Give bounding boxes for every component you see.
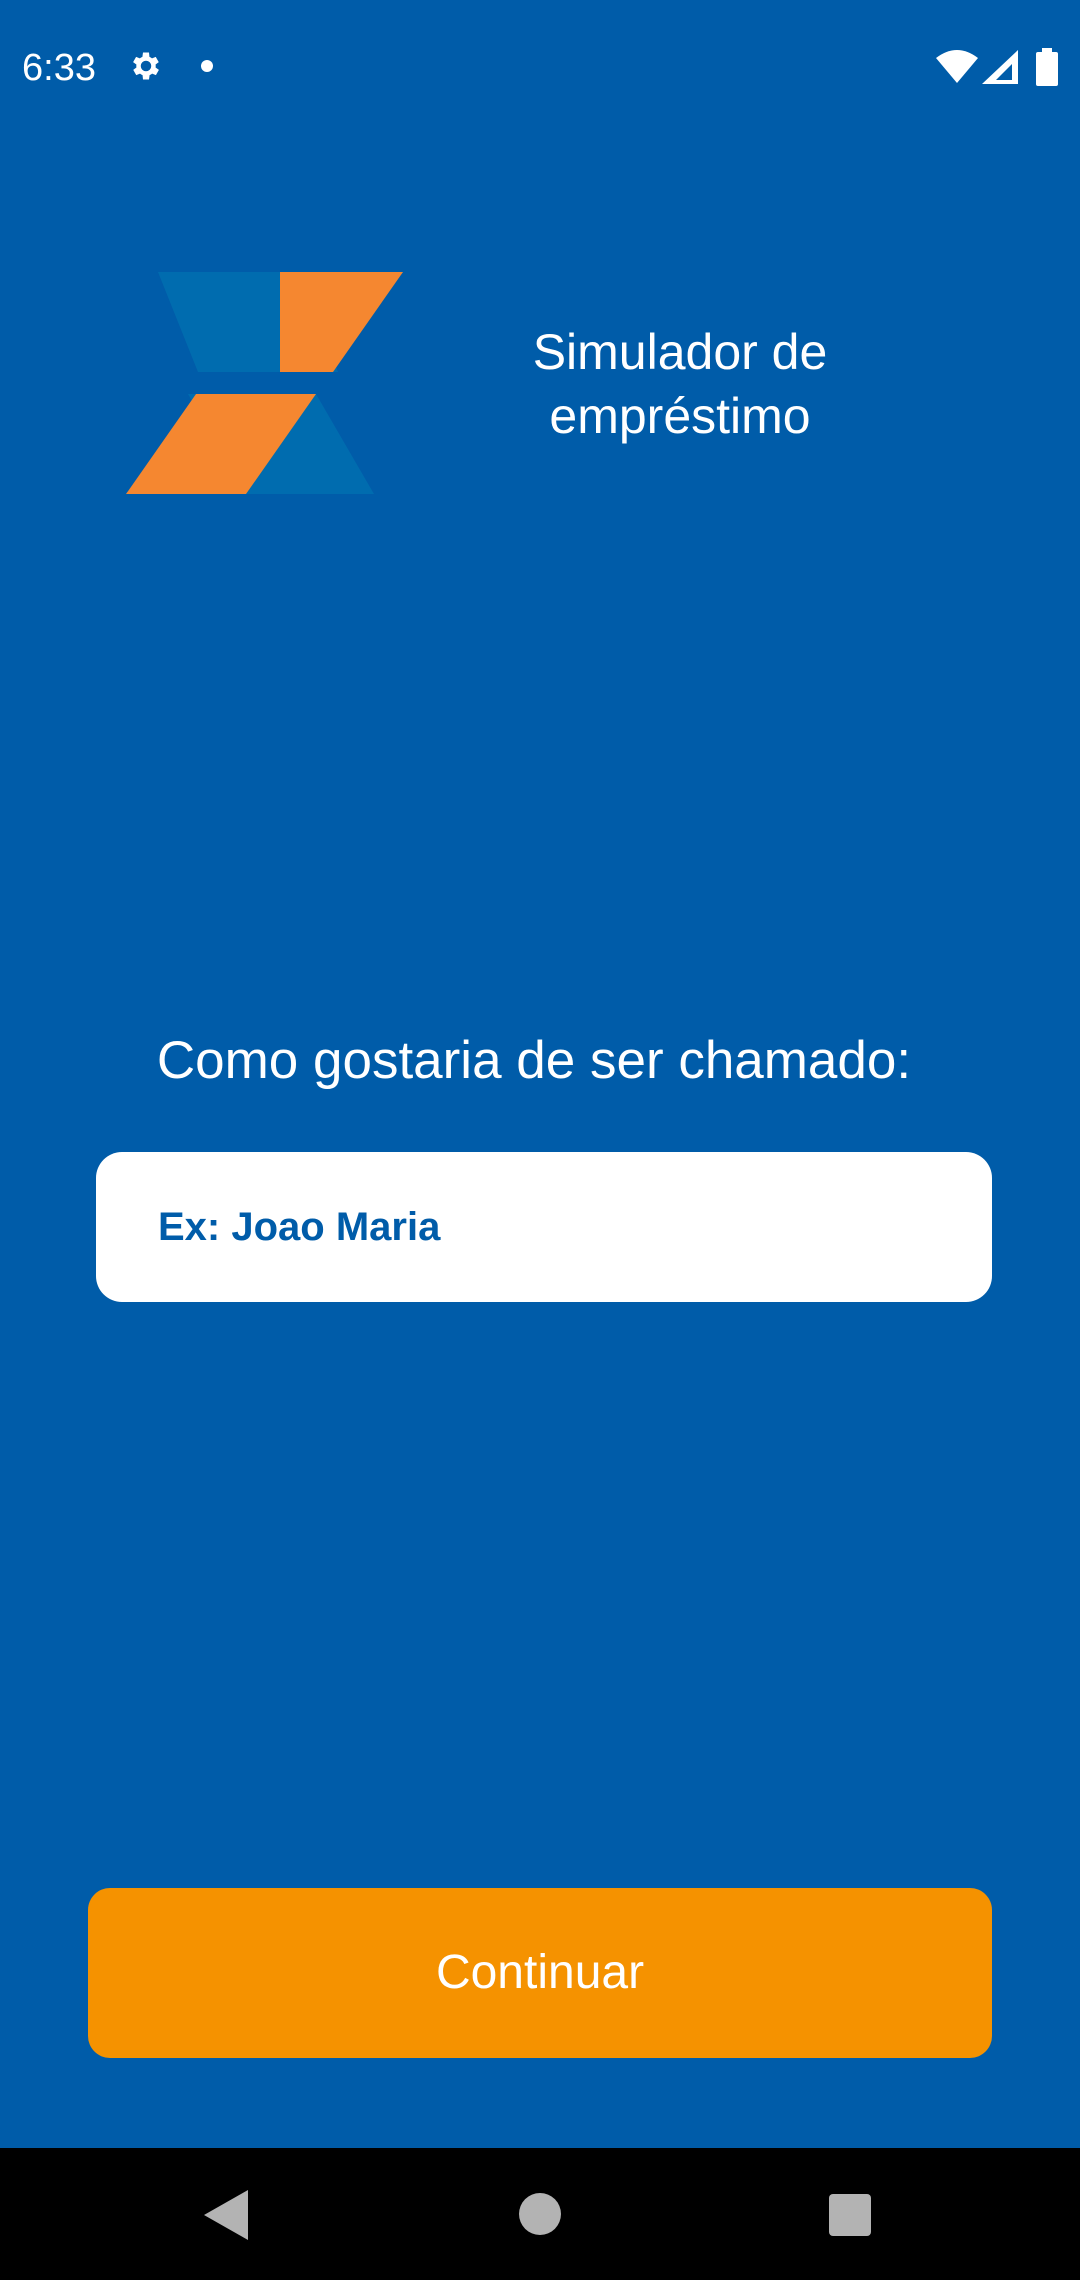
- app-title: Simulador de empréstimo: [532, 324, 828, 444]
- wifi-icon: [936, 50, 978, 83]
- name-question-label: Como gostaria de ser chamado:: [156, 1031, 912, 1090]
- recents-icon[interactable]: [829, 2194, 871, 2236]
- name-input-container[interactable]: [96, 1152, 992, 1302]
- back-icon[interactable]: [204, 2190, 248, 2240]
- name-input[interactable]: [158, 1152, 958, 1302]
- status-bar: 6:33: [0, 0, 1080, 130]
- cell-signal-icon: [982, 50, 1018, 84]
- continue-button[interactable]: Continuar: [88, 1888, 992, 2058]
- navigation-bar: [0, 2148, 1080, 2280]
- battery-icon: [1036, 48, 1058, 86]
- notification-dot-icon: [201, 60, 213, 72]
- home-icon[interactable]: [519, 2193, 561, 2235]
- status-time: 6:33: [22, 47, 96, 89]
- gear-icon: [133, 52, 159, 80]
- caixa-logo: [126, 272, 403, 494]
- loan-simulator-screen: 6:33 Simulador de empréstimo Como gostar…: [0, 0, 1080, 2280]
